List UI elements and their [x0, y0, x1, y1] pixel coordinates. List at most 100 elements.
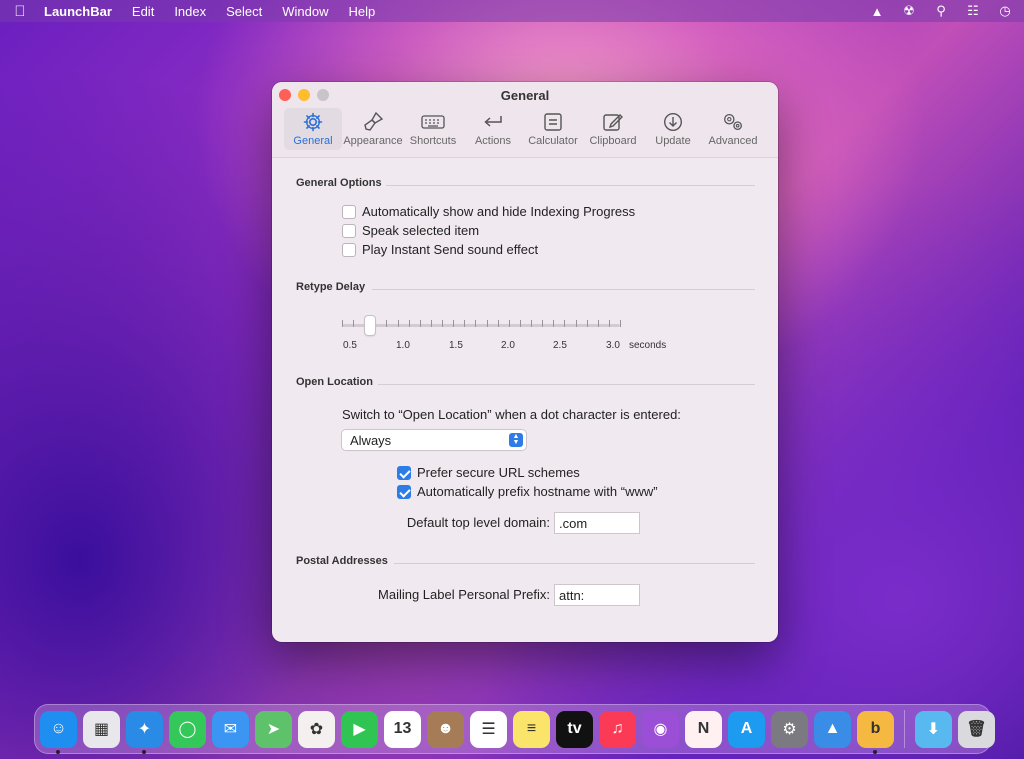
option-speak-selected[interactable]: Speak selected item	[342, 223, 479, 238]
tab-actions[interactable]: Actions	[464, 108, 522, 150]
slider-tick	[409, 320, 410, 327]
safari-icon[interactable]: ✦	[126, 710, 163, 754]
altitude-icon[interactable]: ▲	[814, 710, 851, 748]
slider-label: 0.5	[343, 340, 357, 351]
finder-icon[interactable]: ☺	[40, 710, 77, 754]
slider-tick	[520, 320, 521, 327]
slider-tick	[564, 320, 565, 327]
slider-tick	[609, 320, 610, 327]
system-preferences-icon[interactable]: ⚙	[771, 710, 808, 748]
tab-update[interactable]: Update	[644, 108, 702, 150]
preferences-content: General Options Automatically show and h…	[272, 158, 778, 642]
slider-tick	[587, 320, 588, 327]
tab-shortcuts[interactable]: Shortcuts	[404, 108, 462, 150]
select-value: Always	[350, 432, 392, 448]
trash-icon[interactable]: 🗑	[958, 710, 995, 748]
slider-tick	[576, 320, 577, 327]
calculator-icon	[541, 111, 565, 133]
option-prefix-www[interactable]: Automatically prefix hostname with “www”	[397, 484, 658, 499]
slider-tick	[431, 320, 432, 327]
checkbox-label: Speak selected item	[362, 223, 480, 238]
tab-label: Appearance	[343, 135, 403, 147]
menu-select[interactable]: Select	[216, 4, 272, 19]
tab-label: Calculator	[528, 135, 578, 147]
airdrop-icon[interactable]: ☢	[900, 3, 918, 19]
checkbox[interactable]	[342, 204, 356, 219]
menu-edit[interactable]: Edit	[122, 4, 164, 19]
option-prefer-secure-url[interactable]: Prefer secure URL schemes	[397, 465, 580, 480]
option-indexing-progress[interactable]: Automatically show and hide Indexing Pro…	[342, 204, 635, 219]
tab-appearance[interactable]: Appearance	[343, 108, 403, 150]
calendar-icon[interactable]: 13	[384, 710, 421, 748]
facetime-icon[interactable]: ▶	[341, 710, 378, 748]
messages-icon[interactable]: ◯	[169, 710, 206, 748]
news-icon[interactable]: N	[685, 710, 722, 748]
option-instant-send-sound[interactable]: Play Instant Send sound effect	[342, 242, 538, 257]
retype-delay-slider[interactable]	[342, 316, 622, 346]
open-location-select[interactable]: Always ▲ ▼	[342, 430, 526, 450]
section-divider	[372, 289, 755, 290]
slider-tick	[487, 320, 488, 327]
dock: ☺ ▦ ✦ ◯ ✉ ➤ ✿ ▶ 13 ☻ ☰ ≡ tv ♫ ◉ N A ⚙ ▲ b ⬇ 🗑	[34, 704, 995, 754]
checkbox[interactable]	[342, 223, 356, 238]
slider-label: 1.5	[449, 340, 463, 351]
notes-icon[interactable]: ≡	[513, 710, 550, 748]
menu-window[interactable]: Window	[272, 4, 338, 19]
slider-tick	[420, 320, 421, 327]
tab-general[interactable]: General	[284, 108, 342, 150]
section-divider	[378, 384, 755, 385]
mailing-prefix-field[interactable]: attn:	[555, 585, 639, 605]
mail-icon[interactable]: ✉	[212, 710, 249, 748]
tab-calculator[interactable]: Calculator	[524, 108, 582, 150]
menu-help[interactable]: Help	[339, 4, 386, 19]
return-arrow-icon	[481, 111, 505, 133]
menu-index[interactable]: Index	[164, 4, 216, 19]
checkbox-label: Automatically prefix hostname with “www”	[417, 484, 658, 499]
slider-tick	[453, 320, 454, 327]
checkbox[interactable]	[342, 242, 356, 257]
section-title-postal-addresses: Postal Addresses	[296, 555, 388, 567]
gears-icon	[721, 111, 745, 133]
slider-tick	[342, 320, 343, 327]
clipboard-icon	[601, 111, 625, 133]
launchbar-icon[interactable]: b	[857, 710, 894, 754]
slider-track[interactable]	[342, 324, 620, 327]
control-center-icon[interactable]: ☷	[964, 3, 982, 19]
slider-tick	[442, 320, 443, 327]
slider-tick	[386, 320, 387, 327]
checkbox[interactable]	[397, 484, 411, 499]
apple-menu-icon[interactable]: 	[0, 3, 40, 20]
reminders-icon[interactable]: ☰	[470, 710, 507, 748]
tab-label: Advanced	[708, 135, 758, 147]
appstore-icon[interactable]: A	[728, 710, 765, 748]
music-icon[interactable]: ♫	[599, 710, 636, 748]
slider-label: 2.0	[501, 340, 515, 351]
select-arrows-icon: ▲ ▼	[509, 433, 523, 447]
maps-icon[interactable]: ➤	[255, 710, 292, 748]
mailing-prefix-label: Mailing Label Personal Prefix:	[378, 587, 550, 602]
tab-label: Shortcuts	[409, 135, 457, 147]
slider-tick	[353, 320, 354, 327]
slider-tick	[375, 320, 376, 327]
tab-clipboard[interactable]: Clipboard	[584, 108, 642, 150]
clock-icon[interactable]: ◷	[996, 3, 1014, 19]
contacts-icon[interactable]: ☻	[427, 710, 464, 748]
launchpad-icon[interactable]: ▦	[83, 710, 120, 748]
podcasts-icon[interactable]: ◉	[642, 710, 679, 748]
incognito-icon[interactable]: ▲	[868, 3, 886, 19]
spotlight-search-icon[interactable]: ⚲	[932, 3, 950, 19]
open-location-prompt: Switch to “Open Location” when a dot cha…	[342, 407, 681, 422]
downloads-icon[interactable]: ⬇	[915, 710, 952, 748]
photos-icon[interactable]: ✿	[298, 710, 335, 748]
menu-app-name[interactable]: LaunchBar	[40, 4, 122, 19]
slider-tick	[620, 320, 621, 327]
keyboard-icon	[421, 111, 445, 133]
tab-label: Actions	[474, 135, 512, 147]
tab-label: Clipboard	[589, 135, 637, 147]
section-title-open-location: Open Location	[296, 376, 373, 388]
tab-advanced[interactable]: Advanced	[704, 108, 762, 150]
slider-thumb[interactable]	[365, 316, 375, 335]
appletv-icon[interactable]: tv	[556, 710, 593, 748]
checkbox[interactable]	[397, 465, 411, 480]
tld-field[interactable]: .com	[555, 513, 639, 533]
